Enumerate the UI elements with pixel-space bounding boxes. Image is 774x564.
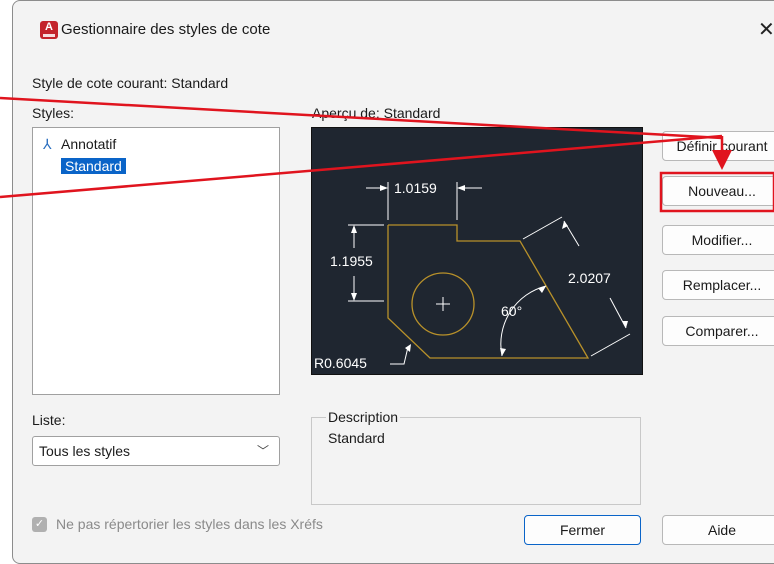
- title-bar: A Gestionnaire des styles de cote ✕: [13, 1, 774, 61]
- description-label: Description: [326, 409, 401, 425]
- list-label: Liste:: [32, 412, 66, 428]
- new-button[interactable]: Nouveau...: [662, 176, 774, 206]
- dim-aligned: 2.0207: [568, 270, 611, 286]
- close-icon[interactable]: ✕: [758, 17, 774, 42]
- preview-label: Aperçu de: Standard: [312, 105, 441, 121]
- preview-drawing: 1.0159 1.1955 2.0207 60° R0.6045: [314, 180, 631, 371]
- window-title: Gestionnaire des styles de cote: [61, 21, 271, 38]
- list-item-standard[interactable]: Standard: [61, 156, 126, 176]
- modify-button[interactable]: Modifier...: [662, 225, 774, 255]
- dim-radius: R0.6045: [314, 355, 367, 371]
- close-button[interactable]: Fermer: [524, 515, 641, 545]
- set-current-button[interactable]: Définir courant: [662, 131, 774, 161]
- description-text: Standard: [328, 430, 385, 446]
- compare-button[interactable]: Comparer...: [662, 316, 774, 346]
- autocad-app-icon: A: [40, 21, 58, 39]
- list-item-annotatif[interactable]: ⅄ Annotatif: [43, 134, 116, 154]
- styles-list[interactable]: ⅄ Annotatif Standard: [32, 127, 280, 395]
- current-style-label: Style de cote courant: Standard: [32, 75, 229, 91]
- replace-button[interactable]: Remplacer...: [662, 270, 774, 300]
- xref-checkbox[interactable]: ✓: [32, 517, 47, 532]
- annotative-icon: ⅄: [43, 136, 52, 152]
- part-outline: [387, 224, 590, 359]
- dim-angle: 60°: [501, 303, 522, 319]
- list-filter-dropdown[interactable]: Tous les styles ﹀: [32, 436, 280, 466]
- dimension-preview: 1.0159 1.1955 2.0207 60° R0.6045: [311, 127, 643, 375]
- description-box: Description Standard: [311, 409, 641, 505]
- list-filter-value: Tous les styles: [39, 443, 131, 459]
- dim-vertical: 1.1955: [330, 253, 373, 269]
- xref-checkbox-label: Ne pas répertorier les styles dans les X…: [56, 516, 323, 532]
- chevron-down-icon: ﹀: [256, 444, 269, 458]
- help-button[interactable]: Aide: [662, 515, 774, 545]
- dim-horizontal: 1.0159: [394, 180, 437, 196]
- styles-label: Styles:: [32, 105, 75, 121]
